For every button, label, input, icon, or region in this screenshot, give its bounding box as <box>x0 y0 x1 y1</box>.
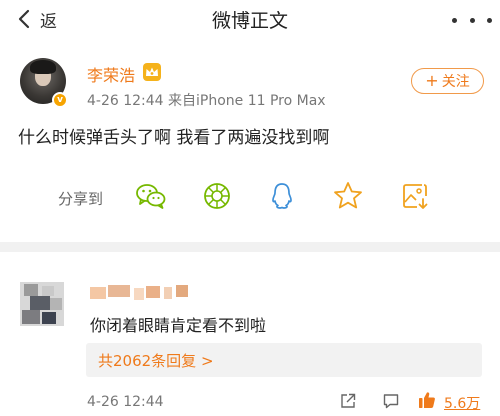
share-wechat-button[interactable] <box>133 178 169 214</box>
qq-icon <box>272 183 292 209</box>
wechat-icon <box>136 184 166 209</box>
more-dot-icon <box>487 17 492 23</box>
more-dot-icon <box>452 17 457 23</box>
post-meta: 4-26 12:44 来自iPhone 11 Pro Max <box>87 93 326 109</box>
verified-badge-icon: v <box>52 92 68 108</box>
comment-text: 你闭着眼睛肯定看不到啦 <box>90 316 267 335</box>
avatar-hair <box>30 60 56 74</box>
comment-like-button[interactable] <box>417 390 437 410</box>
follow-label: 关注 <box>441 74 470 90</box>
share-favorite-button[interactable] <box>330 178 366 214</box>
share-moments-button[interactable] <box>199 178 235 214</box>
vip-crown-icon[interactable] <box>143 63 161 81</box>
section-divider <box>0 242 500 252</box>
plus-icon: + <box>425 71 439 90</box>
comment-reply-button[interactable] <box>382 392 400 410</box>
post-text: 什么时候弹舌头了啊 我看了两遍没找到啊 <box>18 128 330 148</box>
comment-time: 4-26 12:44 <box>87 394 164 410</box>
more-menu-button[interactable] <box>452 10 492 30</box>
top-bar: 返 微博正文 <box>0 0 500 40</box>
save-image-icon <box>403 184 428 209</box>
thumbs-up-icon <box>419 392 435 408</box>
replies-box[interactable]: 共2062条回复 > <box>86 343 482 377</box>
more-dot-icon <box>469 17 475 23</box>
page-title: 微博正文 <box>211 10 288 32</box>
star-icon <box>334 182 362 209</box>
comment-like-count[interactable]: 5.6万 <box>444 393 480 413</box>
replies-link[interactable]: 共2062条回复 > <box>98 350 214 371</box>
share-label: 分享到 <box>58 190 104 208</box>
author-name[interactable]: 李荣浩 <box>87 62 135 86</box>
commenter-avatar[interactable] <box>20 282 64 326</box>
follow-button[interactable]: + 关注 <box>411 68 484 94</box>
commenter-name-pixelated[interactable] <box>90 285 200 301</box>
comment-share-button[interactable] <box>339 392 357 410</box>
moments-icon <box>204 183 230 209</box>
comment-bubble-icon <box>383 394 399 409</box>
share-icon <box>341 393 356 408</box>
share-save-image-button[interactable] <box>397 178 433 214</box>
share-qq-button[interactable] <box>264 178 300 214</box>
